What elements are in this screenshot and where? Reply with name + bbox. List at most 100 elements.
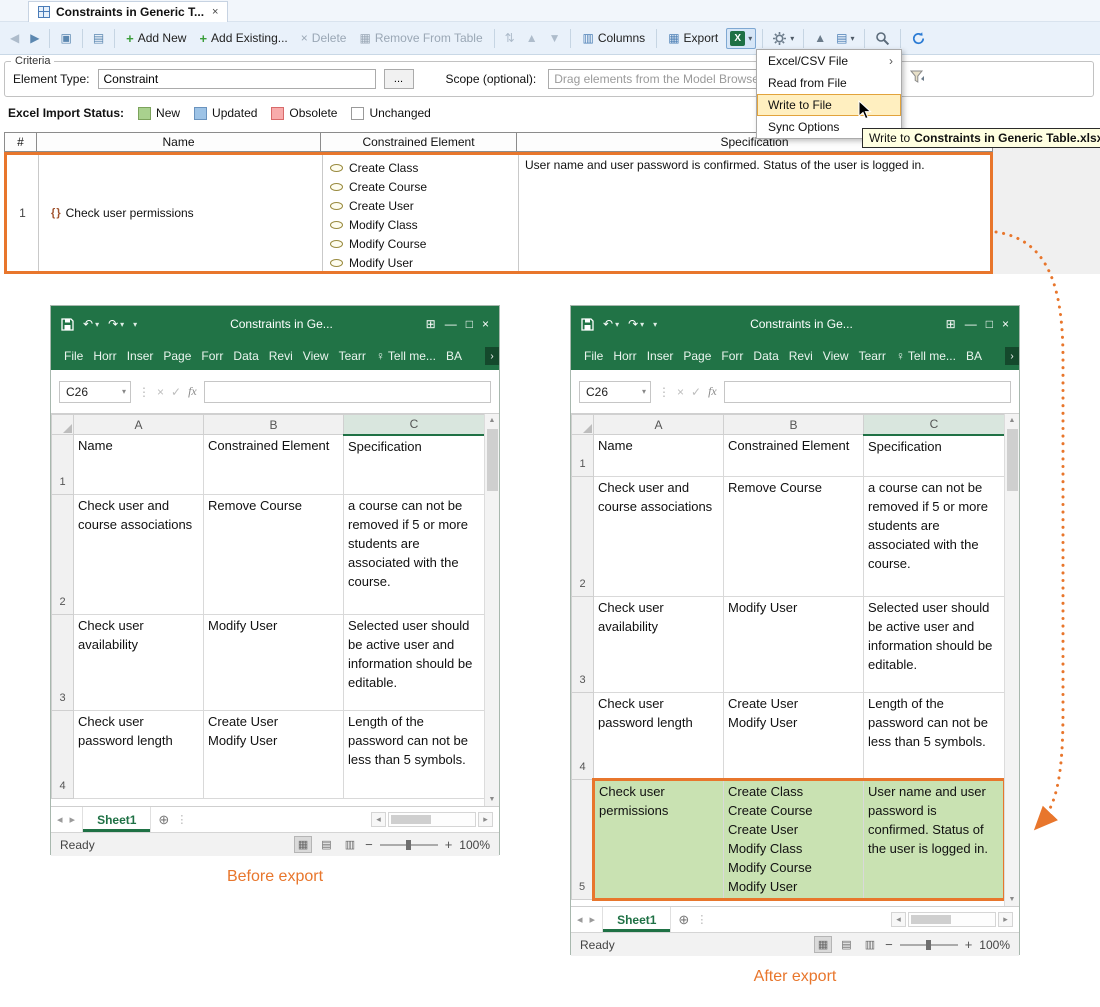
scrollbar-thumb[interactable]	[487, 429, 498, 491]
cell-b1[interactable]: Constrained Element	[724, 435, 864, 477]
sheet-next-icon[interactable]: ▸	[70, 813, 76, 826]
cell-a2[interactable]: Check user and course associations	[594, 477, 724, 597]
page-break-view-icon[interactable]: ▥	[342, 837, 358, 852]
element-type-input[interactable]	[98, 69, 376, 89]
tab-formulas[interactable]: Forr	[196, 349, 228, 363]
column-header-c[interactable]: C	[864, 415, 1005, 435]
cell-b3[interactable]: Modify User	[724, 597, 864, 693]
tab-file[interactable]: File	[579, 349, 608, 363]
sheet-tab[interactable]: Sheet1	[82, 807, 151, 832]
excel-title-bar[interactable]: ↶▾ ↷▾ ▾ Constraints in Ge... ⊞ — □ ×	[51, 306, 499, 342]
column-header-a[interactable]: A	[74, 415, 204, 435]
header-number[interactable]: #	[5, 133, 37, 151]
row-header-4[interactable]: 4	[52, 711, 74, 799]
view-split-button[interactable]: ▤ ▾	[833, 29, 857, 47]
enter-icon[interactable]: ✓	[691, 385, 701, 399]
export-button[interactable]: ▦ Export	[663, 28, 723, 48]
cell-c3[interactable]: Selected user should be active user and …	[864, 597, 1005, 693]
cell-b4[interactable]: Create User Modify User	[204, 711, 344, 799]
zoom-out-icon[interactable]: −	[365, 837, 373, 852]
add-sheet-icon[interactable]: ⊕	[158, 812, 169, 828]
zoom-slider-thumb[interactable]	[406, 840, 411, 850]
cell-b4[interactable]: Create User Modify User	[724, 693, 864, 780]
cell-c4[interactable]: Length of the password can not be less t…	[344, 711, 485, 799]
tell-me-box[interactable]: ♀Tell me...	[891, 349, 961, 363]
cancel-icon[interactable]: ×	[157, 385, 164, 399]
redo-icon[interactable]: ↷▾	[108, 317, 124, 331]
zoom-in-icon[interactable]: +	[965, 937, 973, 952]
horizontal-scrollbar[interactable]: ◂ ▸	[891, 912, 1013, 927]
select-all-button[interactable]	[52, 415, 74, 435]
zoom-in-icon[interactable]: +	[445, 837, 453, 852]
ribbon-display-icon[interactable]: ⊞	[946, 317, 956, 331]
save-icon[interactable]	[581, 318, 594, 331]
normal-view-icon[interactable]: ▦	[815, 937, 831, 952]
cell-c2[interactable]: a course can not be removed if 5 or more…	[344, 495, 485, 615]
tab-review[interactable]: Revi	[264, 349, 298, 363]
scroll-right-icon[interactable]: ▸	[998, 912, 1013, 927]
add-sheet-icon[interactable]: ⊕	[678, 912, 689, 928]
cell-c2[interactable]: a course can not be removed if 5 or more…	[864, 477, 1005, 597]
tab-page-layout[interactable]: Page	[158, 349, 196, 363]
column-header-c[interactable]: C	[344, 415, 485, 435]
cell-a3[interactable]: Check user availability	[74, 615, 204, 711]
sheet-tab[interactable]: Sheet1	[602, 907, 671, 932]
menu-item-write-to-file[interactable]: Write to File	[757, 94, 901, 116]
row-name-cell[interactable]: { } Check user permissions	[39, 155, 323, 271]
filter-button[interactable]	[908, 68, 928, 89]
sheet-next-icon[interactable]: ▸	[590, 913, 596, 926]
tab-home[interactable]: Horr	[88, 349, 121, 363]
row-header-4[interactable]: 4	[572, 693, 594, 780]
column-header-b[interactable]: B	[724, 415, 864, 435]
row-header-3[interactable]: 3	[572, 597, 594, 693]
page-break-view-icon[interactable]: ▥	[862, 937, 878, 952]
tab-home[interactable]: Horr	[608, 349, 641, 363]
row-header-2[interactable]: 2	[572, 477, 594, 597]
table-row-selected[interactable]: 1 { } Check user permissions Create Clas…	[4, 152, 993, 274]
header-name[interactable]: Name	[37, 133, 321, 151]
refresh-icon[interactable]	[907, 29, 930, 48]
report-icon[interactable]: ▤	[89, 29, 108, 47]
cell-a2[interactable]: Check user and course associations	[74, 495, 204, 615]
zoom-slider[interactable]	[380, 844, 438, 846]
menu-item-read-from-file[interactable]: Read from File	[757, 72, 901, 94]
ribbon-overflow-icon[interactable]: ›	[485, 347, 499, 365]
tab-insert[interactable]: Inser	[122, 349, 159, 363]
cell-c1[interactable]: Specification	[864, 435, 1005, 477]
tab-formulas[interactable]: Forr	[716, 349, 748, 363]
scroll-up-icon[interactable]: ▲	[1009, 414, 1016, 427]
sheet-prev-icon[interactable]: ◂	[577, 913, 583, 926]
tab-insert[interactable]: Inser	[642, 349, 679, 363]
list-item[interactable]: Create Course	[330, 177, 518, 196]
options-split-button[interactable]: ▾	[769, 29, 797, 48]
spreadsheet-grid[interactable]: A B C 1 Name Constrained Element Specifi…	[571, 414, 1006, 901]
remove-from-table-button[interactable]: ▦ Remove From Table	[354, 28, 487, 48]
scroll-left-icon[interactable]: ◂	[371, 812, 386, 827]
row-header-5[interactable]: 5	[572, 780, 594, 900]
document-tab[interactable]: Constraints in Generic T... ×	[28, 1, 228, 22]
formula-input[interactable]	[204, 381, 491, 403]
row-header-2[interactable]: 2	[52, 495, 74, 615]
move-up-icon[interactable]: ▲	[522, 29, 542, 47]
header-constrained-element[interactable]: Constrained Element	[321, 133, 517, 151]
insert-function-icon[interactable]: fx	[188, 384, 197, 399]
column-header-b[interactable]: B	[204, 415, 344, 435]
cell-c4[interactable]: Length of the password can not be less t…	[864, 693, 1005, 780]
excel-title-bar[interactable]: ↶▾ ↷▾ ▾ Constraints in Ge... ⊞ — □ ×	[571, 306, 1019, 342]
cell-a5[interactable]: Check user permissions	[594, 780, 724, 900]
zoom-level[interactable]: 100%	[459, 838, 490, 852]
tab-close-icon[interactable]: ×	[212, 6, 218, 18]
row-header-1[interactable]: 1	[52, 435, 74, 495]
tab-data[interactable]: Data	[748, 349, 783, 363]
cell-c3[interactable]: Selected user should be active user and …	[344, 615, 485, 711]
columns-button[interactable]: ▥ Columns	[577, 28, 650, 48]
quick-access-caret-icon[interactable]: ▾	[653, 320, 657, 329]
list-item[interactable]: Modify Course	[330, 234, 518, 253]
ribbon-overflow-icon[interactable]: ›	[1005, 347, 1019, 365]
list-item[interactable]: Create Class	[330, 158, 518, 177]
add-new-button[interactable]: + Add New	[121, 28, 191, 49]
minimize-icon[interactable]: —	[965, 317, 977, 331]
tab-page-layout[interactable]: Page	[678, 349, 716, 363]
browse-button[interactable]: ...	[384, 69, 414, 89]
scrollbar-track[interactable]	[908, 912, 996, 927]
